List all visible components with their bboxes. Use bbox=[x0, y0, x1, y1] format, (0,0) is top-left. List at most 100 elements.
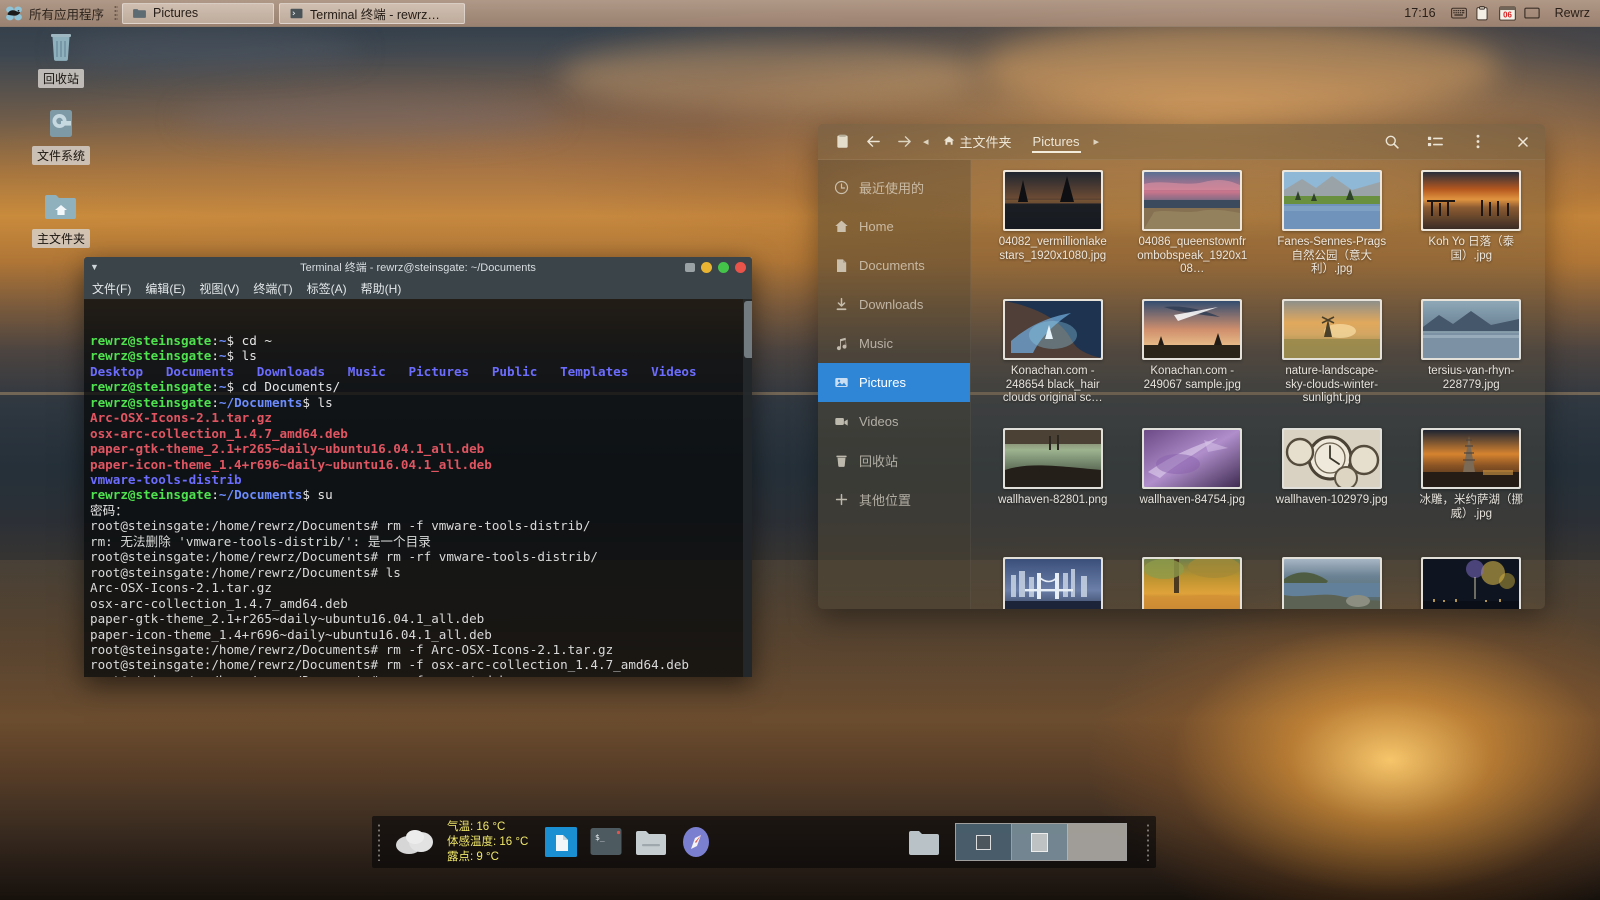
menu-edit[interactable]: 编辑(E) bbox=[145, 280, 185, 297]
taskbar-item-pictures[interactable]: Pictures bbox=[122, 2, 275, 24]
scrollbar-thumb[interactable] bbox=[744, 301, 752, 358]
menu-terminal[interactable]: 终端(T) bbox=[253, 280, 292, 297]
chevron-right-icon[interactable]: ▸ bbox=[1092, 135, 1102, 148]
file-item[interactable]: Konachan.com - 248654 black_hair clouds … bbox=[985, 299, 1121, 428]
file-item[interactable]: 橙色秋叶.jpg bbox=[1125, 557, 1261, 609]
menu-file[interactable]: 文件(F) bbox=[92, 280, 131, 297]
search-icon[interactable] bbox=[1378, 129, 1406, 155]
file-name: 冰雕，米约萨湖（挪威）.jpg bbox=[1419, 494, 1524, 520]
sidebar-item-other-locations[interactable]: 其他位置 bbox=[818, 480, 970, 519]
keyboard-icon[interactable] bbox=[1450, 6, 1467, 21]
taskbar-item-label: Pictures bbox=[153, 6, 199, 20]
web-browser-icon[interactable] bbox=[679, 825, 713, 859]
file-name: 04086_queenstownfrombobspeak_1920x108… bbox=[1137, 236, 1248, 275]
sidebar-toggle-icon[interactable] bbox=[828, 129, 856, 155]
file-item[interactable]: Fanes-Sennes-Prags 自然公园（意大利）.jpg bbox=[1264, 170, 1400, 299]
sidebar-item-videos[interactable]: Videos bbox=[818, 402, 970, 441]
close-icon[interactable] bbox=[1509, 129, 1537, 155]
file-item[interactable]: Konachan.com - 249067 sample.jpg bbox=[1125, 299, 1261, 428]
sidebar-item-label: Music bbox=[859, 336, 893, 351]
file-manager-window[interactable]: ◂ 主文件夹 Pictures ▸ 最近使用的 Home Documents D… bbox=[818, 124, 1545, 609]
workspace-3[interactable] bbox=[1068, 824, 1126, 860]
weather-dew-point: 露点: 9 °C bbox=[447, 850, 499, 863]
sidebar-item-label: Home bbox=[859, 219, 894, 234]
file-thumbnail bbox=[1002, 299, 1103, 360]
file-item[interactable]: 04082_vermillionlakestars_1920x1080.jpg bbox=[985, 170, 1121, 299]
cloud-icon bbox=[393, 828, 437, 856]
terminal-icon[interactable]: $_ bbox=[589, 825, 623, 859]
desktop[interactable]: 所有应用程序 Pictures Terminal 终端 - rewrz… 17:… bbox=[0, 0, 1600, 900]
terminal-output[interactable]: rewrz@steinsgate:~$ cd ~ rewrz@steinsgate… bbox=[84, 299, 752, 677]
file-item[interactable]: tersius-van-rhyn-228779.jpg bbox=[1404, 299, 1540, 428]
menu-view[interactable]: 视图(V) bbox=[199, 280, 239, 297]
arrow-left-icon[interactable] bbox=[859, 129, 887, 155]
folder-icon[interactable] bbox=[907, 825, 941, 859]
display-icon[interactable] bbox=[1523, 6, 1540, 21]
file-grid[interactable]: 04082_vermillionlakestars_1920x1080.jpg bbox=[971, 160, 1545, 609]
breadcrumb-pictures[interactable]: Pictures bbox=[1024, 131, 1089, 153]
filesystem-icon bbox=[42, 105, 80, 143]
desktop-icon-home[interactable]: 主文件夹 bbox=[22, 188, 100, 248]
sidebar-item-documents[interactable]: Documents bbox=[818, 246, 970, 285]
weather-widget[interactable]: 气温: 16 °C 体感温度: 16 °C 露点: 9 °C bbox=[387, 820, 534, 865]
minimize-button[interactable] bbox=[701, 261, 712, 273]
file-item[interactable]: 东京港上空的烟火… bbox=[1404, 557, 1540, 609]
file-thumbnail bbox=[1421, 428, 1522, 489]
shade-button[interactable] bbox=[685, 262, 695, 272]
applications-menu-button[interactable]: 所有应用程序 bbox=[0, 4, 110, 23]
file-item[interactable]: wallhaven-82801.png bbox=[985, 428, 1121, 557]
file-manager-icon[interactable] bbox=[634, 825, 668, 859]
sidebar-item-music[interactable]: Music bbox=[818, 324, 970, 363]
menu-help[interactable]: 帮助(H) bbox=[361, 280, 402, 297]
menu-tabs[interactable]: 标签(A) bbox=[307, 280, 347, 297]
chevron-down-icon[interactable]: ▼ bbox=[90, 262, 104, 272]
terminal-window[interactable]: ▼ Terminal 终端 - rewrz@steinsgate: ~/Docu… bbox=[84, 257, 752, 677]
file-item[interactable]: 04086_queenstownfrombobspeak_1920x108… bbox=[1125, 170, 1261, 299]
sidebar-item-trash[interactable]: 回收站 bbox=[818, 441, 970, 480]
sidebar-item-recent[interactable]: 最近使用的 bbox=[818, 168, 970, 207]
arrow-right-icon[interactable] bbox=[890, 129, 918, 155]
dock-launchers: $_ bbox=[534, 825, 723, 859]
terminal-titlebar[interactable]: ▼ Terminal 终端 - rewrz@steinsgate: ~/Docu… bbox=[84, 257, 752, 277]
taskbar-item-terminal[interactable]: Terminal 终端 - rewrz… bbox=[279, 2, 466, 24]
home-icon bbox=[834, 219, 849, 234]
calendar-icon[interactable]: 06 bbox=[1498, 5, 1516, 21]
file-item[interactable]: 东北海岸（台湾）… bbox=[1264, 557, 1400, 609]
sidebar-item-pictures[interactable]: Pictures bbox=[818, 363, 970, 402]
file-item[interactable]: 彩虹桥和东京塔（日… bbox=[985, 557, 1121, 609]
breadcrumb-home[interactable]: 主文件夹 bbox=[934, 129, 1021, 154]
home-icon bbox=[943, 134, 955, 149]
svg-text:06: 06 bbox=[1503, 10, 1512, 19]
list-view-icon[interactable] bbox=[1421, 129, 1449, 155]
clipboard-icon[interactable] bbox=[1475, 5, 1491, 21]
close-button[interactable] bbox=[735, 261, 746, 273]
workspace-1[interactable] bbox=[956, 824, 1012, 860]
kebab-menu-icon[interactable] bbox=[1464, 129, 1492, 155]
sidebar-item-home[interactable]: Home bbox=[818, 207, 970, 246]
maximize-button[interactable] bbox=[718, 261, 729, 273]
terminal-scrollbar[interactable] bbox=[743, 299, 752, 677]
file-item[interactable]: Koh Yo 日落（泰国）.jpg bbox=[1404, 170, 1540, 299]
workspace-2[interactable] bbox=[1012, 824, 1068, 860]
music-note-icon bbox=[834, 336, 849, 351]
trash-icon bbox=[834, 453, 849, 468]
drag-handle-icon[interactable] bbox=[377, 823, 382, 861]
terminal-line: rewrz@steinsgate:~/Documents$ su bbox=[90, 487, 333, 503]
video-camera-icon bbox=[834, 414, 849, 429]
terminal-line: Arc-OSX-Icons-2.1.tar.gz bbox=[90, 580, 272, 596]
sidebar-item-label: 回收站 bbox=[859, 454, 899, 469]
text-editor-icon[interactable] bbox=[544, 825, 578, 859]
drag-handle-icon[interactable] bbox=[1146, 823, 1151, 861]
clock[interactable]: 17:16 bbox=[1404, 6, 1435, 20]
file-item[interactable]: wallhaven-84754.jpg bbox=[1125, 428, 1261, 557]
file-item[interactable]: 冰雕，米约萨湖（挪威）.jpg bbox=[1404, 428, 1540, 557]
workspace-switcher[interactable] bbox=[955, 823, 1127, 861]
desktop-icon-trash[interactable]: 回收站 bbox=[22, 28, 100, 88]
chevron-left-icon[interactable]: ◂ bbox=[921, 135, 931, 148]
username-label[interactable]: Rewrz bbox=[1555, 6, 1590, 20]
file-item[interactable]: wallhaven-102979.jpg bbox=[1264, 428, 1400, 557]
file-item[interactable]: nature-landscape-sky-clouds-winter-sunli… bbox=[1264, 299, 1400, 428]
panel-drag-handle[interactable] bbox=[114, 4, 119, 22]
desktop-icon-filesystem[interactable]: 文件系统 bbox=[22, 105, 100, 165]
sidebar-item-downloads[interactable]: Downloads bbox=[818, 285, 970, 324]
